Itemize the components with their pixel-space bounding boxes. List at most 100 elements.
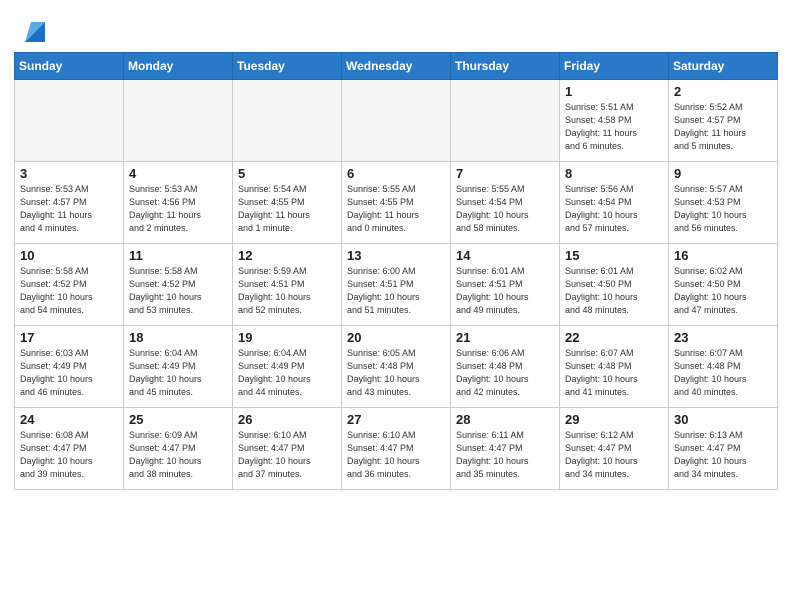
calendar-cell: 30 Sunrise: 6:13 AM Sunset: 4:47 PM Dayli… [669, 408, 778, 490]
calendar-cell [233, 80, 342, 162]
day-info: Sunrise: 5:55 AM Sunset: 4:55 PM Dayligh… [347, 183, 445, 235]
day-number: 29 [565, 412, 663, 427]
calendar-cell: 23 Sunrise: 6:07 AM Sunset: 4:48 PM Dayli… [669, 326, 778, 408]
weekday-header-friday: Friday [560, 53, 669, 80]
day-info: Sunrise: 5:58 AM Sunset: 4:52 PM Dayligh… [129, 265, 227, 317]
calendar-cell: 16 Sunrise: 6:02 AM Sunset: 4:50 PM Dayli… [669, 244, 778, 326]
weekday-header-monday: Monday [124, 53, 233, 80]
day-info: Sunrise: 6:09 AM Sunset: 4:47 PM Dayligh… [129, 429, 227, 481]
day-number: 1 [565, 84, 663, 99]
weekday-header-wednesday: Wednesday [342, 53, 451, 80]
day-info: Sunrise: 5:52 AM Sunset: 4:57 PM Dayligh… [674, 101, 772, 153]
day-info: Sunrise: 6:05 AM Sunset: 4:48 PM Dayligh… [347, 347, 445, 399]
day-number: 18 [129, 330, 227, 345]
calendar-cell: 4Sunrise: 5:53 AM Sunset: 4:56 PM Daylig… [124, 162, 233, 244]
calendar-cell: 26Sunrise: 6:10 AM Sunset: 4:47 PM Dayli… [233, 408, 342, 490]
day-info: Sunrise: 6:01 AM Sunset: 4:51 PM Dayligh… [456, 265, 554, 317]
calendar-week-row-0: 1 Sunrise: 5:51 AM Sunset: 4:58 PM Daylig… [15, 80, 778, 162]
day-number: 20 [347, 330, 445, 345]
calendar-cell: 22 Sunrise: 6:07 AM Sunset: 4:48 PM Dayli… [560, 326, 669, 408]
day-number: 5 [238, 166, 336, 181]
day-info: Sunrise: 6:04 AM Sunset: 4:49 PM Dayligh… [129, 347, 227, 399]
header [14, 10, 778, 46]
day-info: Sunrise: 6:12 AM Sunset: 4:47 PM Dayligh… [565, 429, 663, 481]
calendar-cell: 14 Sunrise: 6:01 AM Sunset: 4:51 PM Dayli… [451, 244, 560, 326]
day-number: 17 [20, 330, 118, 345]
calendar-cell: 21 Sunrise: 6:06 AM Sunset: 4:48 PM Dayli… [451, 326, 560, 408]
day-number: 26 [238, 412, 336, 427]
day-number: 27 [347, 412, 445, 427]
day-info: Sunrise: 6:13 AM Sunset: 4:47 PM Dayligh… [674, 429, 772, 481]
day-info: Sunrise: 6:07 AM Sunset: 4:48 PM Dayligh… [674, 347, 772, 399]
calendar-cell [451, 80, 560, 162]
day-info: Sunrise: 6:01 AM Sunset: 4:50 PM Dayligh… [565, 265, 663, 317]
calendar-cell: 11 Sunrise: 5:58 AM Sunset: 4:52 PM Dayli… [124, 244, 233, 326]
calendar-cell: 2 Sunrise: 5:52 AM Sunset: 4:57 PM Daylig… [669, 80, 778, 162]
day-number: 2 [674, 84, 772, 99]
calendar-cell [342, 80, 451, 162]
calendar-cell: 5 Sunrise: 5:54 AM Sunset: 4:55 PM Daylig… [233, 162, 342, 244]
calendar-cell: 3 Sunrise: 5:53 AM Sunset: 4:57 PM Daylig… [15, 162, 124, 244]
weekday-header-row: SundayMondayTuesdayWednesdayThursdayFrid… [15, 53, 778, 80]
calendar-cell: 19 Sunrise: 6:04 AM Sunset: 4:49 PM Dayli… [233, 326, 342, 408]
day-info: Sunrise: 6:07 AM Sunset: 4:48 PM Dayligh… [565, 347, 663, 399]
day-info: Sunrise: 5:54 AM Sunset: 4:55 PM Dayligh… [238, 183, 336, 235]
day-number: 3 [20, 166, 118, 181]
day-info: Sunrise: 6:08 AM Sunset: 4:47 PM Dayligh… [20, 429, 118, 481]
day-number: 13 [347, 248, 445, 263]
day-number: 10 [20, 248, 118, 263]
day-number: 14 [456, 248, 554, 263]
day-number: 25 [129, 412, 227, 427]
calendar-cell: 1 Sunrise: 5:51 AM Sunset: 4:58 PM Daylig… [560, 80, 669, 162]
calendar-week-row-4: 24 Sunrise: 6:08 AM Sunset: 4:47 PM Dayli… [15, 408, 778, 490]
day-info: Sunrise: 5:59 AM Sunset: 4:51 PM Dayligh… [238, 265, 336, 317]
day-number: 15 [565, 248, 663, 263]
day-number: 16 [674, 248, 772, 263]
calendar-week-row-3: 17 Sunrise: 6:03 AM Sunset: 4:49 PM Dayli… [15, 326, 778, 408]
calendar-cell: 15 Sunrise: 6:01 AM Sunset: 4:50 PM Dayli… [560, 244, 669, 326]
calendar-cell: 28 Sunrise: 6:11 AM Sunset: 4:47 PM Dayli… [451, 408, 560, 490]
calendar-week-row-1: 3 Sunrise: 5:53 AM Sunset: 4:57 PM Daylig… [15, 162, 778, 244]
calendar-cell: 9Sunrise: 5:57 AM Sunset: 4:53 PM Daylig… [669, 162, 778, 244]
weekday-header-saturday: Saturday [669, 53, 778, 80]
weekday-header-tuesday: Tuesday [233, 53, 342, 80]
logo [14, 14, 49, 46]
day-number: 22 [565, 330, 663, 345]
day-number: 23 [674, 330, 772, 345]
day-info: Sunrise: 5:57 AM Sunset: 4:53 PM Dayligh… [674, 183, 772, 235]
day-info: Sunrise: 5:58 AM Sunset: 4:52 PM Dayligh… [20, 265, 118, 317]
calendar-cell [15, 80, 124, 162]
calendar-cell: 12Sunrise: 5:59 AM Sunset: 4:51 PM Dayli… [233, 244, 342, 326]
calendar-cell: 8Sunrise: 5:56 AM Sunset: 4:54 PM Daylig… [560, 162, 669, 244]
day-number: 8 [565, 166, 663, 181]
day-info: Sunrise: 6:02 AM Sunset: 4:50 PM Dayligh… [674, 265, 772, 317]
calendar-cell [124, 80, 233, 162]
calendar-cell: 17 Sunrise: 6:03 AM Sunset: 4:49 PM Dayli… [15, 326, 124, 408]
day-number: 11 [129, 248, 227, 263]
day-info: Sunrise: 6:03 AM Sunset: 4:49 PM Dayligh… [20, 347, 118, 399]
day-number: 19 [238, 330, 336, 345]
day-number: 4 [129, 166, 227, 181]
weekday-header-thursday: Thursday [451, 53, 560, 80]
calendar-cell: 25 Sunrise: 6:09 AM Sunset: 4:47 PM Dayli… [124, 408, 233, 490]
calendar-cell: 13Sunrise: 6:00 AM Sunset: 4:51 PM Dayli… [342, 244, 451, 326]
day-info: Sunrise: 5:55 AM Sunset: 4:54 PM Dayligh… [456, 183, 554, 235]
calendar-week-row-2: 10 Sunrise: 5:58 AM Sunset: 4:52 PM Dayli… [15, 244, 778, 326]
calendar-cell: 24 Sunrise: 6:08 AM Sunset: 4:47 PM Dayli… [15, 408, 124, 490]
calendar-table: SundayMondayTuesdayWednesdayThursdayFrid… [14, 52, 778, 490]
calendar-cell: 20 Sunrise: 6:05 AM Sunset: 4:48 PM Dayli… [342, 326, 451, 408]
day-info: Sunrise: 5:53 AM Sunset: 4:57 PM Dayligh… [20, 183, 118, 235]
day-number: 24 [20, 412, 118, 427]
logo-icon [17, 14, 49, 46]
day-info: Sunrise: 6:04 AM Sunset: 4:49 PM Dayligh… [238, 347, 336, 399]
day-info: Sunrise: 5:51 AM Sunset: 4:58 PM Dayligh… [565, 101, 663, 153]
day-info: Sunrise: 6:10 AM Sunset: 4:47 PM Dayligh… [347, 429, 445, 481]
calendar-cell: 27 Sunrise: 6:10 AM Sunset: 4:47 PM Dayli… [342, 408, 451, 490]
day-info: Sunrise: 6:11 AM Sunset: 4:47 PM Dayligh… [456, 429, 554, 481]
day-number: 30 [674, 412, 772, 427]
day-info: Sunrise: 6:06 AM Sunset: 4:48 PM Dayligh… [456, 347, 554, 399]
page: SundayMondayTuesdayWednesdayThursdayFrid… [0, 0, 792, 612]
day-number: 21 [456, 330, 554, 345]
day-number: 28 [456, 412, 554, 427]
day-number: 6 [347, 166, 445, 181]
